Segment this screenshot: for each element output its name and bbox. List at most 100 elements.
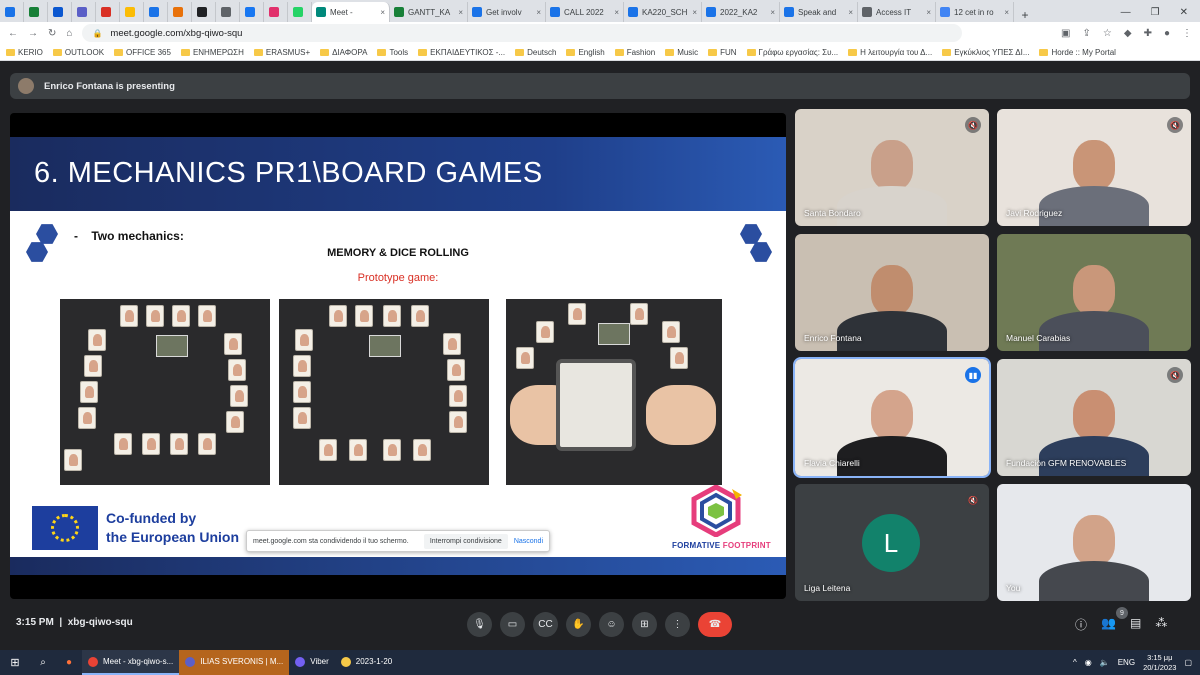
close-icon[interactable]: ✕ [1180, 7, 1188, 18]
search-icon[interactable]: ⌕ [30, 657, 56, 668]
browser-tab[interactable] [264, 2, 288, 22]
bookmark-item[interactable]: Deutsch [515, 48, 556, 57]
hide-button[interactable]: Nascondi [514, 538, 543, 545]
bookmark-item[interactable]: ERASMUS+ [253, 48, 310, 57]
tab-close-icon[interactable]: × [770, 8, 775, 17]
taskbar-app[interactable]: 2023-1-20 [335, 650, 398, 675]
emoji-button[interactable]: ☺ [599, 612, 624, 637]
browser-tab[interactable]: Meet - × [312, 2, 390, 22]
bookmark-item[interactable]: Fashion [614, 48, 655, 57]
tab-close-icon[interactable]: × [1004, 8, 1009, 17]
browser-tab[interactable]: Access IT × [858, 2, 936, 22]
star-icon[interactable]: ☆ [1103, 28, 1112, 39]
reload-icon[interactable]: ↻ [48, 28, 56, 39]
participant-tile[interactable]: You [997, 484, 1191, 601]
browser-tab[interactable] [48, 2, 72, 22]
system-clock[interactable]: 3:15 μμ 20/1/2023 [1143, 653, 1176, 673]
bookmark-item[interactable]: OUTLOOK [52, 48, 104, 57]
people-icon[interactable]: 👥 [1101, 616, 1116, 633]
browser-tab[interactable]: 2022_KA2 × [702, 2, 780, 22]
bookmark-item[interactable]: OFFICE 365 [114, 48, 171, 57]
bookmark-item[interactable]: ΔΙΑΦΟΡΑ [320, 48, 367, 57]
participant-tile[interactable]: Enrico Fontana [795, 234, 989, 351]
info-icon[interactable]: ⓘ [1075, 616, 1087, 633]
chat-icon[interactable]: ▤ [1130, 616, 1141, 633]
bookmark-item[interactable]: Εγκύκλιος ΥΠΕΣ ΔΙ... [942, 48, 1029, 57]
bookmark-item[interactable]: Η λειτουργία του Δ... [848, 48, 932, 57]
taskbar-app[interactable]: ILIAS SVERONIS | M... [179, 650, 290, 675]
extension-icon[interactable]: ◆ [1124, 28, 1132, 39]
volume-icon[interactable]: 🔈 [1100, 658, 1110, 667]
network-icon[interactable]: ◉ [1085, 658, 1092, 667]
forward-icon[interactable]: → [28, 28, 38, 39]
browser-tab[interactable]: 12 cet in ro × [936, 2, 1014, 22]
chevron-up-icon[interactable]: ^ [1073, 658, 1077, 667]
browser-tab[interactable] [144, 2, 168, 22]
participant-tile[interactable]: 🔇 Javi Rodriguez [997, 109, 1191, 226]
leave-call-button[interactable]: ☎ [698, 612, 732, 637]
raise-hand-button[interactable]: ✋ [566, 612, 591, 637]
activities-icon[interactable]: ⁂ [1155, 616, 1167, 633]
browser-tab[interactable] [216, 2, 240, 22]
browser-tab[interactable] [72, 2, 96, 22]
profile-avatar[interactable]: ● [1164, 28, 1170, 39]
bookmark-item[interactable]: Music [665, 48, 698, 57]
stop-sharing-button[interactable]: Interrompi condivisione [423, 533, 508, 549]
new-tab-button[interactable]: + [1014, 8, 1036, 22]
minimize-icon[interactable]: — [1121, 7, 1131, 18]
presentation-stage[interactable]: 6. MECHANICS PR1\BOARD GAMES - Two mecha… [10, 113, 786, 599]
participant-tile[interactable]: 🔇 Santa Bondaro [795, 109, 989, 226]
bookmark-item[interactable]: Tools [377, 48, 408, 57]
language-indicator[interactable]: ENG [1118, 658, 1135, 667]
tab-close-icon[interactable]: × [614, 8, 619, 17]
bookmark-item[interactable]: KERIO [6, 48, 43, 57]
tab-close-icon[interactable]: × [848, 8, 853, 17]
browser-tab[interactable]: GANTT_KA × [390, 2, 468, 22]
menu-icon[interactable]: ⋮ [1182, 28, 1192, 39]
bookmark-item[interactable]: FUN [708, 48, 737, 57]
browser-tab[interactable] [0, 2, 24, 22]
back-icon[interactable]: ← [8, 28, 18, 39]
browser-tab[interactable] [24, 2, 48, 22]
share-icon[interactable]: ⇪ [1083, 28, 1091, 39]
participant-tile[interactable]: Manuel Carabias [997, 234, 1191, 351]
participant-tile[interactable]: 🔇 Fundación GFM RENOVABLES [997, 359, 1191, 476]
browser-tab[interactable]: Speak and × [780, 2, 858, 22]
camera-icon[interactable]: ▣ [1061, 28, 1070, 39]
more-options-button[interactable]: ⋮ [665, 612, 690, 637]
browser-tab[interactable] [192, 2, 216, 22]
browser-tab[interactable] [120, 2, 144, 22]
browser-tab[interactable]: Get involv × [468, 2, 546, 22]
bookmark-item[interactable]: ΕΝΗΜΕΡΩΣΗ [180, 48, 244, 57]
notifications-icon[interactable]: ▢ [1184, 658, 1192, 667]
browser-tab[interactable] [96, 2, 120, 22]
present-button[interactable]: ⊞ [632, 612, 657, 637]
captions-button[interactable]: CC [533, 612, 558, 637]
bookmark-item[interactable]: Γράφω εργασίας: Συ... [746, 48, 838, 57]
bookmark-item[interactable]: ΕΚΠΑΙΔΕΥΤΙΚΟΣ -... [418, 48, 505, 57]
puzzle-icon[interactable]: ✚ [1144, 28, 1152, 39]
tab-close-icon[interactable]: × [692, 8, 697, 17]
windows-start-icon[interactable]: ⊞ [0, 656, 30, 669]
browser-tab[interactable] [288, 2, 312, 22]
bookmark-item[interactable]: English [566, 48, 605, 57]
firefox-icon[interactable]: ● [56, 657, 82, 668]
participant-tile[interactable]: L 🔇 Liga Leitena [795, 484, 989, 601]
microphone-button[interactable]: 🎙 [467, 612, 492, 637]
taskbar-app[interactable]: Meet - xbg-qiwo-s... [82, 650, 180, 675]
url-input[interactable]: 🔒 meet.google.com/xbg-qiwo-squ [82, 24, 963, 42]
browser-tab[interactable] [240, 2, 264, 22]
home-icon[interactable]: ⌂ [66, 28, 72, 39]
camera-button[interactable]: ▭ [500, 612, 525, 637]
restore-icon[interactable]: ❐ [1151, 7, 1160, 18]
bookmark-item[interactable]: Horde :: My Portal [1039, 48, 1116, 57]
participant-tile[interactable]: ▮▮ Flavia Chiarelli [793, 357, 991, 478]
tab-close-icon[interactable]: × [926, 8, 931, 17]
taskbar-app[interactable]: Viber [289, 650, 335, 675]
tab-close-icon[interactable]: × [380, 8, 385, 17]
browser-tab[interactable]: CALL 2022 × [546, 2, 624, 22]
browser-tab[interactable] [168, 2, 192, 22]
browser-tab[interactable]: KA220_SCH × [624, 2, 702, 22]
tab-close-icon[interactable]: × [536, 8, 541, 17]
tab-close-icon[interactable]: × [458, 8, 463, 17]
